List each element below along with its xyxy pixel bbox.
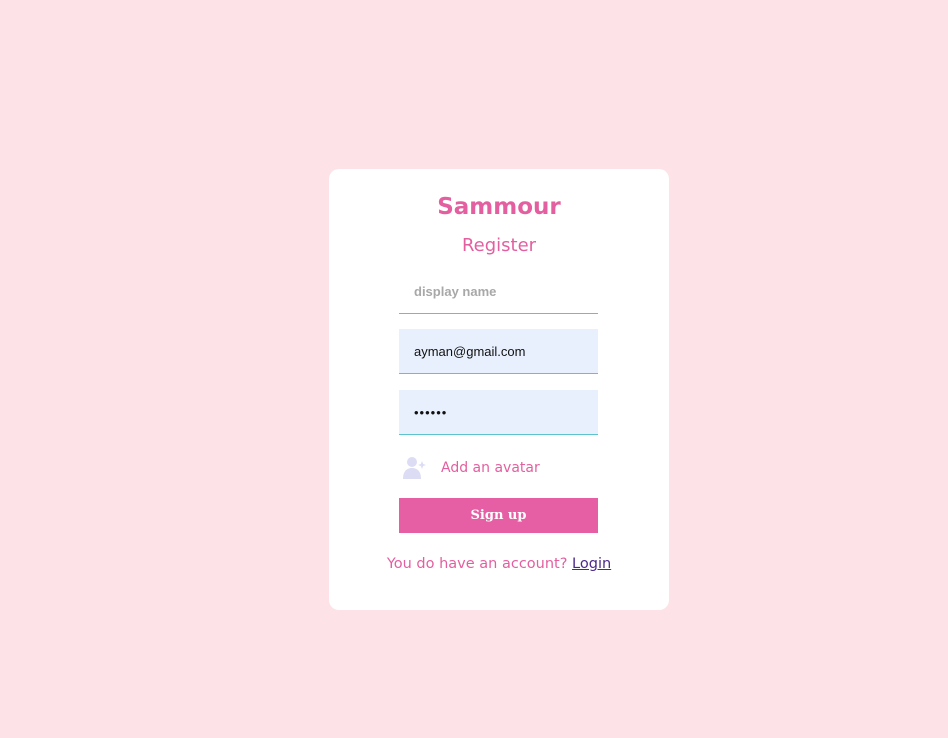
app-logo: Sammour bbox=[437, 194, 561, 220]
login-prompt-text: You do have an account? bbox=[386, 556, 568, 572]
register-card: Sammour Register Add an avatar Sign up Y… bbox=[329, 169, 669, 610]
login-link[interactable]: Login bbox=[572, 556, 611, 572]
add-avatar-button[interactable]: Add an avatar bbox=[402, 453, 540, 483]
display-name-input[interactable] bbox=[399, 269, 598, 314]
password-input[interactable] bbox=[399, 390, 598, 435]
add-avatar-label: Add an avatar bbox=[441, 460, 540, 476]
login-prompt: You do have an account? Login bbox=[329, 553, 669, 575]
email-input[interactable] bbox=[399, 329, 598, 374]
form-title: Register bbox=[461, 235, 537, 256]
signup-button[interactable]: Sign up bbox=[399, 498, 598, 533]
add-user-icon bbox=[402, 455, 428, 481]
